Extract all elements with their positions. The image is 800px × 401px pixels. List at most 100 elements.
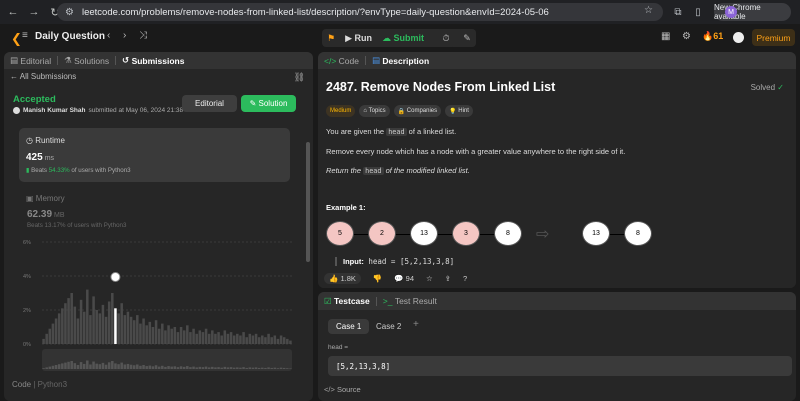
chart-bar[interactable] <box>142 318 145 345</box>
like-button[interactable]: 👍 1.8K <box>324 273 361 284</box>
chart-bar[interactable] <box>136 315 139 344</box>
chart-bar[interactable] <box>57 313 61 344</box>
back-icon[interactable]: ← <box>5 4 21 20</box>
chart-bar[interactable] <box>101 304 105 344</box>
chart-bar[interactable] <box>220 335 223 345</box>
chart-bar[interactable] <box>86 289 89 344</box>
chart-bar[interactable] <box>79 299 83 344</box>
chart-bar[interactable] <box>120 303 123 344</box>
dislike-button[interactable]: 👎 <box>373 274 382 283</box>
chart-bar[interactable] <box>223 330 227 344</box>
chart-bar[interactable] <box>201 332 205 344</box>
chart-bar[interactable] <box>273 335 277 345</box>
solution-button[interactable]: ✎ Solution <box>241 95 296 112</box>
chart-bar[interactable] <box>279 335 283 345</box>
companies-tag[interactable]: 🔒 Companies <box>393 105 442 117</box>
chart-bar[interactable] <box>248 333 252 344</box>
help-icon[interactable]: ? <box>463 274 467 283</box>
chart-bar[interactable] <box>151 327 155 344</box>
address-bar[interactable]: ⚙ leetcode.com/problems/remove-nodes-fro… <box>57 3 663 21</box>
chart-bar[interactable] <box>132 320 136 344</box>
problem-title[interactable]: 2487. Remove Nodes From Linked List <box>326 80 555 94</box>
chart-bar[interactable] <box>82 311 86 344</box>
chart-bar[interactable] <box>73 306 77 344</box>
chart-bar[interactable] <box>289 340 292 344</box>
chart-bar[interactable] <box>76 318 80 345</box>
chart-bar[interactable] <box>286 338 289 344</box>
tab-solutions[interactable]: ⚗ Solutions <box>58 52 115 69</box>
chart-bar[interactable] <box>226 333 230 344</box>
chart-bar[interactable] <box>270 337 273 344</box>
chart-bar[interactable] <box>207 333 211 344</box>
chart-bar[interactable] <box>179 327 183 344</box>
chart-bar[interactable] <box>67 298 70 344</box>
chart-bar[interactable] <box>192 328 195 344</box>
chart-bar[interactable] <box>145 325 148 344</box>
chart-bar[interactable] <box>98 313 102 344</box>
sidepanel-icon[interactable]: ▯ <box>690 4 706 20</box>
chart-bar[interactable] <box>139 323 142 344</box>
chart-bar[interactable] <box>104 316 108 344</box>
chart-bar[interactable] <box>254 333 258 344</box>
chart-bar[interactable] <box>89 315 92 344</box>
chart-bar[interactable] <box>61 308 64 344</box>
debug-button[interactable]: ⚑ <box>322 29 340 47</box>
chart-bar[interactable] <box>148 321 152 344</box>
chart-bar[interactable] <box>117 313 120 344</box>
chart-bar[interactable] <box>176 332 180 344</box>
tab-description[interactable]: ▤ Description <box>366 52 435 69</box>
case-1-tab[interactable]: Case 1 <box>328 319 370 334</box>
chart-bar[interactable] <box>70 293 73 344</box>
chart-range-slider[interactable] <box>42 349 292 371</box>
chart-bar[interactable] <box>245 337 248 344</box>
case-2-tab[interactable]: Case 2 <box>368 319 409 334</box>
chart-bar[interactable] <box>48 328 52 344</box>
chart-bar[interactable] <box>232 335 236 345</box>
chart-bar[interactable] <box>276 338 280 344</box>
topics-tag[interactable]: ⌂ Topics <box>359 105 390 117</box>
chart-bar[interactable] <box>214 333 217 344</box>
chart-bar[interactable] <box>204 328 208 344</box>
hamburger-icon[interactable]: ≡ <box>22 30 28 41</box>
chart-bar[interactable] <box>229 332 233 344</box>
chart-bar[interactable] <box>264 337 267 344</box>
chart-bar[interactable] <box>170 328 173 344</box>
chart-bar[interactable] <box>126 311 130 344</box>
chart-bar[interactable] <box>167 325 170 344</box>
tab-submissions[interactable]: ↺ Submissions <box>116 52 190 69</box>
chart-bar[interactable] <box>251 335 255 345</box>
chart-bar[interactable] <box>261 335 264 345</box>
chart-bar[interactable] <box>257 337 261 344</box>
memory-label[interactable]: ▣ Memory <box>26 194 65 203</box>
site-info-icon[interactable]: ⚙ <box>65 7 74 18</box>
chart-bar[interactable] <box>95 310 98 344</box>
prev-problem-icon[interactable]: ‹ <box>107 30 110 41</box>
chart-bar[interactable] <box>198 330 202 344</box>
chart-bar[interactable] <box>173 327 177 344</box>
editorial-button[interactable]: Editorial <box>182 95 237 112</box>
profile-avatar[interactable]: M <box>725 6 737 18</box>
source-link[interactable]: </> Source <box>324 385 361 394</box>
all-submissions-link[interactable]: ← All Submissions <box>10 72 76 81</box>
chart-bar[interactable] <box>182 330 186 344</box>
chart-bar[interactable] <box>42 338 45 344</box>
add-case-icon[interactable]: + <box>413 319 419 330</box>
settings-icon[interactable]: ⚙ <box>682 31 691 42</box>
hint-tag[interactable]: 💡 Hint <box>445 105 473 117</box>
next-problem-icon[interactable]: › <box>123 30 126 41</box>
runtime-distribution-chart[interactable]: 6%4%2%0%357ms418ms480ms541ms <box>19 237 294 372</box>
chart-bar[interactable] <box>282 337 286 344</box>
tab-test-result[interactable]: >_ Test Result <box>377 296 443 306</box>
favorite-star-icon[interactable]: ☆ <box>426 274 433 283</box>
chart-bar[interactable] <box>236 333 239 344</box>
chart-bar[interactable] <box>54 318 58 345</box>
testcase-input[interactable]: [5,2,13,3,8] <box>328 356 792 376</box>
comments-button[interactable]: 💬 94 <box>394 274 414 283</box>
chart-bar[interactable] <box>161 323 164 344</box>
streak-counter[interactable]: 🔥61 <box>702 31 723 42</box>
shuffle-icon[interactable]: ⤨ <box>139 30 147 41</box>
share-link-icon[interactable]: ⛓ <box>294 72 305 83</box>
chart-bar[interactable] <box>239 335 242 345</box>
chart-bar[interactable] <box>217 332 220 344</box>
difficulty-tag[interactable]: Medium <box>326 105 356 117</box>
